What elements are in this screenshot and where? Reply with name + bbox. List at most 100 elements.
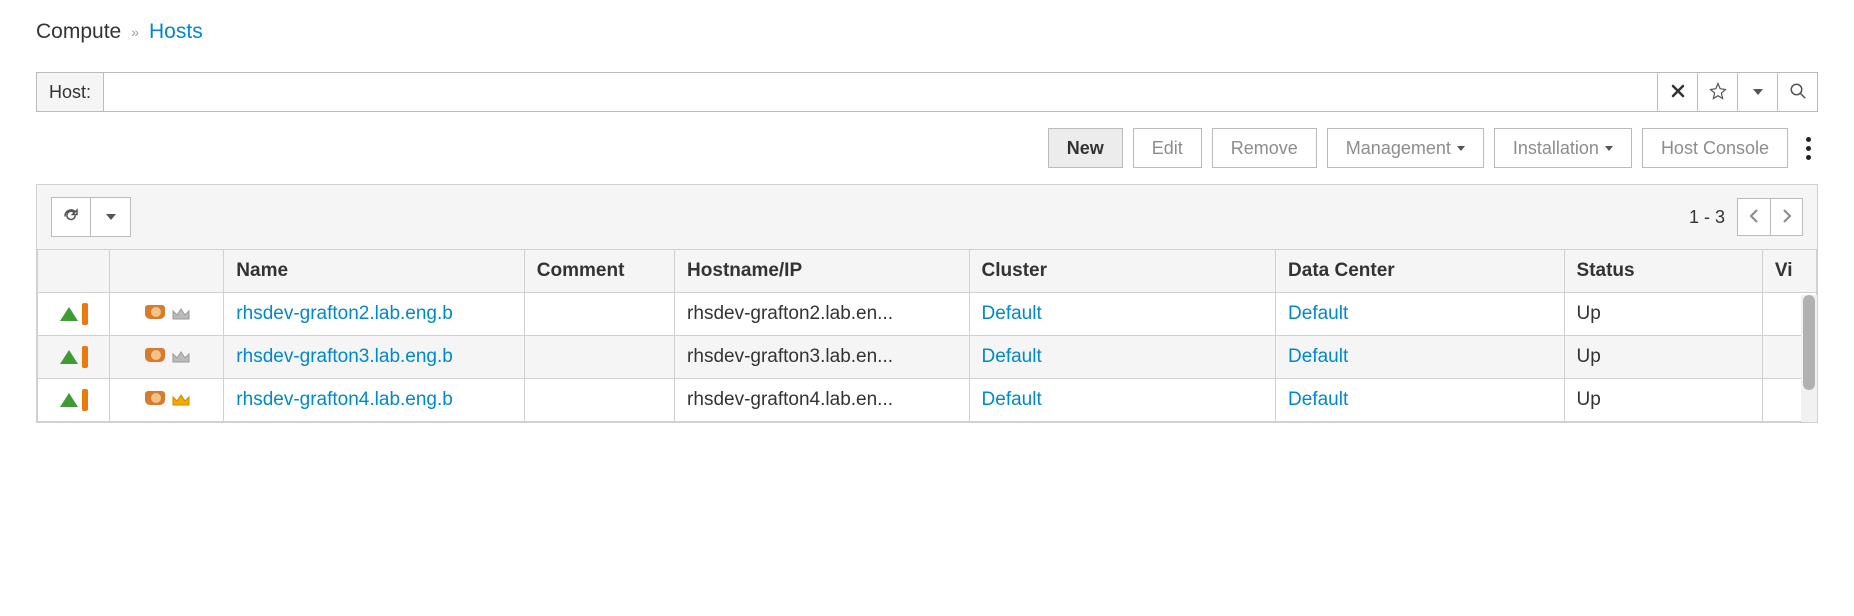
host-console-button[interactable]: Host Console: [1642, 128, 1788, 168]
pagination-range: 1 - 3: [1689, 207, 1725, 228]
table-row[interactable]: rhsdev-grafton4.lab.eng.b rhsdev-grafton…: [38, 379, 1817, 422]
host-disk-icon: [143, 304, 167, 324]
new-button[interactable]: New: [1048, 128, 1123, 168]
cell-hostname: rhsdev-grafton4.lab.en...: [675, 379, 969, 422]
warning-icon: [82, 303, 88, 325]
edit-button[interactable]: Edit: [1133, 128, 1202, 168]
cell-cluster: Default: [969, 379, 1276, 422]
host-disk-icon: [143, 347, 167, 367]
hosts-table: Name Comment Hostname/IP Cluster Data Ce…: [37, 249, 1817, 422]
col-header-state-icon[interactable]: [38, 250, 110, 293]
action-toolbar: New Edit Remove Management Installation …: [36, 128, 1818, 168]
cell-name: rhsdev-grafton2.lab.eng.b: [224, 293, 525, 336]
cluster-link[interactable]: Default: [982, 346, 1042, 367]
page-prev-button[interactable]: [1738, 199, 1770, 235]
col-header-status[interactable]: Status: [1564, 250, 1762, 293]
cell-type-icons: [110, 293, 224, 336]
col-header-hostname[interactable]: Hostname/IP: [675, 250, 969, 293]
table-controls: 1 - 3: [37, 185, 1817, 249]
management-dropdown[interactable]: Management: [1327, 128, 1484, 168]
refresh-button-group: [51, 197, 131, 237]
host-name-link[interactable]: rhsdev-grafton4.lab.eng.b: [236, 389, 453, 410]
cluster-link[interactable]: Default: [982, 303, 1042, 324]
table-container: 1 - 3: [36, 184, 1818, 423]
chevron-right-icon: [1782, 207, 1792, 228]
host-disk-icon: [143, 390, 167, 410]
host-name-link[interactable]: rhsdev-grafton3.lab.eng.b: [236, 346, 453, 367]
pagination: 1 - 3: [1689, 198, 1803, 236]
col-header-type-icon[interactable]: [110, 250, 224, 293]
cluster-link[interactable]: Default: [982, 389, 1042, 410]
search-clear-button[interactable]: [1657, 73, 1697, 111]
cell-comment: [524, 379, 674, 422]
installation-dropdown[interactable]: Installation: [1494, 128, 1632, 168]
table-row[interactable]: rhsdev-grafton3.lab.eng.b rhsdev-grafton…: [38, 336, 1817, 379]
search-bookmark-button[interactable]: [1697, 73, 1737, 111]
breadcrumb-root: Compute: [36, 20, 121, 44]
search-submit-button[interactable]: [1777, 73, 1817, 111]
cell-comment: [524, 336, 674, 379]
dot-icon: [1806, 146, 1811, 151]
datacenter-link[interactable]: Default: [1288, 346, 1348, 367]
cell-state-icons: [38, 379, 110, 422]
col-header-comment[interactable]: Comment: [524, 250, 674, 293]
installation-label: Installation: [1513, 138, 1599, 159]
table-scroll[interactable]: Name Comment Hostname/IP Cluster Data Ce…: [37, 249, 1817, 422]
management-label: Management: [1346, 138, 1451, 159]
refresh-dropdown-button[interactable]: [91, 197, 131, 237]
breadcrumb-separator-icon: »: [131, 24, 139, 40]
cell-datacenter: Default: [1276, 293, 1564, 336]
search-bar: Host:: [36, 72, 1818, 112]
chevron-down-icon: [1605, 146, 1613, 151]
scrollbar-thumb[interactable]: [1803, 295, 1815, 390]
chevron-left-icon: [1749, 207, 1759, 228]
up-status-icon: [60, 307, 78, 321]
cell-type-icons: [110, 336, 224, 379]
spm-crown-icon: [171, 307, 191, 321]
dot-icon: [1806, 137, 1811, 142]
cell-state-icons: [38, 293, 110, 336]
spm-crown-icon: [171, 393, 191, 407]
search-icon: [1789, 82, 1807, 103]
up-status-icon: [60, 350, 78, 364]
datacenter-link[interactable]: Default: [1288, 389, 1348, 410]
col-header-name[interactable]: Name: [224, 250, 525, 293]
breadcrumb: Compute » Hosts: [36, 20, 1818, 44]
pager-buttons: [1737, 198, 1803, 236]
cell-datacenter: Default: [1276, 336, 1564, 379]
warning-icon: [82, 346, 88, 368]
chevron-down-icon: [1457, 146, 1465, 151]
col-header-datacenter[interactable]: Data Center: [1276, 250, 1564, 293]
col-header-cluster[interactable]: Cluster: [969, 250, 1276, 293]
col-header-vi[interactable]: Vi: [1762, 250, 1816, 293]
search-input[interactable]: [104, 73, 1657, 111]
host-name-link[interactable]: rhsdev-grafton2.lab.eng.b: [236, 303, 453, 324]
close-icon: [1671, 84, 1685, 101]
cell-name: rhsdev-grafton4.lab.eng.b: [224, 379, 525, 422]
page-next-button[interactable]: [1770, 199, 1802, 235]
spm-crown-icon: [171, 350, 191, 364]
star-icon: [1709, 82, 1727, 103]
table-row[interactable]: rhsdev-grafton2.lab.eng.b rhsdev-grafton…: [38, 293, 1817, 336]
search-dropdown-button[interactable]: [1737, 73, 1777, 111]
vertical-scrollbar[interactable]: [1801, 295, 1817, 422]
breadcrumb-hosts-link[interactable]: Hosts: [149, 20, 203, 44]
chevron-down-icon: [106, 214, 116, 220]
remove-button[interactable]: Remove: [1212, 128, 1317, 168]
cell-type-icons: [110, 379, 224, 422]
cell-state-icons: [38, 336, 110, 379]
warning-icon: [82, 389, 88, 411]
cell-hostname: rhsdev-grafton3.lab.en...: [675, 336, 969, 379]
cell-name: rhsdev-grafton3.lab.eng.b: [224, 336, 525, 379]
search-label: Host:: [37, 73, 104, 111]
table-header-row: Name Comment Hostname/IP Cluster Data Ce…: [38, 250, 1817, 293]
cell-hostname: rhsdev-grafton2.lab.en...: [675, 293, 969, 336]
refresh-icon: [62, 207, 80, 228]
dot-icon: [1806, 155, 1811, 160]
cell-status: Up: [1564, 336, 1762, 379]
kebab-menu-button[interactable]: [1798, 129, 1818, 168]
cell-cluster: Default: [969, 336, 1276, 379]
chevron-down-icon: [1753, 89, 1763, 95]
refresh-button[interactable]: [51, 197, 91, 237]
datacenter-link[interactable]: Default: [1288, 303, 1348, 324]
